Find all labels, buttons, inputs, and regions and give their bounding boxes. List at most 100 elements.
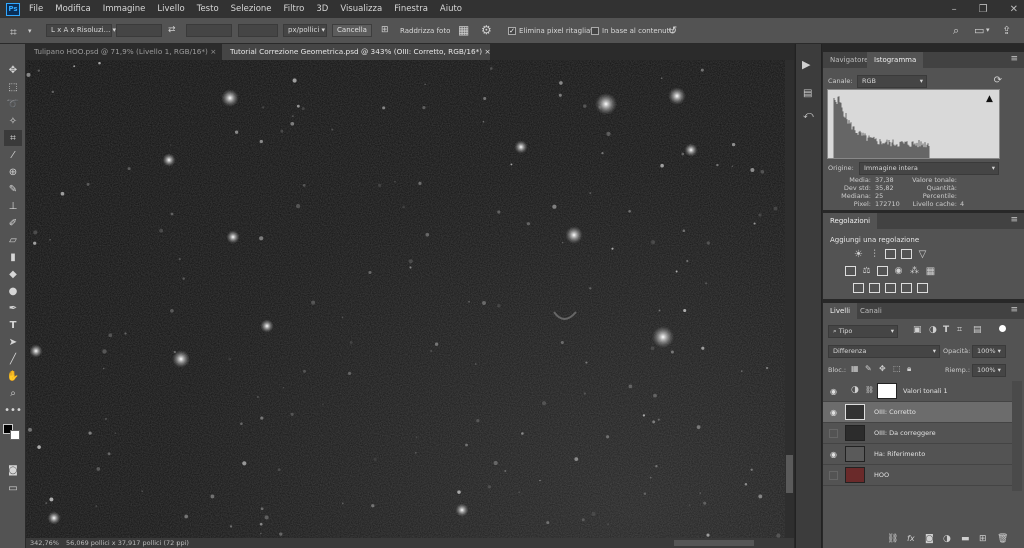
blend-mode-select[interactable]: Differenza ▾ [828, 345, 940, 358]
eraser-icon[interactable]: ▱ [4, 232, 22, 248]
opacity-field[interactable]: 100% ▾ [972, 345, 1006, 358]
new-adjustment-icon[interactable]: ◑ [943, 534, 951, 544]
workspace-icon[interactable]: ▭ [974, 24, 984, 37]
filter-adjustment-icon[interactable]: ◑ [929, 325, 937, 335]
fx-icon[interactable]: fx [907, 534, 915, 543]
path-selection-icon[interactable]: ➤ [4, 334, 22, 350]
play-action-icon[interactable]: ▶ [802, 58, 810, 71]
posterize-icon[interactable] [869, 283, 880, 293]
gear-icon[interactable]: ⚙ [481, 23, 492, 37]
menu-filtro[interactable]: Filtro [284, 4, 305, 14]
chevron-down-icon[interactable]: ▾ [986, 26, 990, 34]
pen-tool-icon[interactable]: ✒ [4, 300, 22, 316]
blur-tool-icon[interactable]: ◆ [4, 266, 22, 282]
visibility-toggle[interactable] [829, 429, 838, 438]
image-canvas[interactable] [26, 60, 785, 538]
crop-tool-icon[interactable]: ⌗ [10, 25, 17, 40]
black-white-icon[interactable] [877, 266, 888, 276]
selective-color-icon[interactable] [917, 283, 928, 293]
layer-name[interactable]: OIII: Corretto [874, 402, 916, 423]
tab-adjustments[interactable]: Regolazioni [823, 213, 878, 229]
lock-pixels-icon[interactable]: ✎ [865, 364, 872, 373]
layers-scrollbar[interactable] [1012, 381, 1022, 491]
eye-icon[interactable]: ◉ [829, 450, 838, 459]
share-icon[interactable]: ⇪ [1002, 24, 1011, 37]
gradient-tool-icon[interactable]: ▮ [4, 249, 22, 265]
magic-wand-icon[interactable]: ✧ [4, 113, 22, 129]
color-lookup-icon[interactable]: ▦ [925, 266, 936, 277]
marquee-tool-icon[interactable]: ⬚ [4, 79, 22, 95]
menu-immagine[interactable]: Immagine [103, 4, 146, 14]
eye-icon[interactable]: ◉ [829, 408, 838, 417]
move-tool-icon[interactable]: ✥ [4, 62, 22, 78]
history-icon[interactable]: ⤺ [803, 110, 814, 121]
exposure-icon[interactable] [901, 249, 912, 259]
swap-icon[interactable]: ⇄ [168, 25, 176, 35]
filter-type-icon[interactable]: T [943, 325, 949, 335]
layer-row[interactable]: ◉ Ha: Riferimento [823, 444, 1012, 465]
menu-3d[interactable]: 3D [316, 4, 328, 14]
fill-field[interactable]: 100% ▾ [972, 364, 1006, 377]
layer-name[interactable]: HOO [874, 465, 889, 486]
channel-select[interactable]: RGB ▾ [857, 75, 927, 88]
layer-name[interactable]: Ha: Riferimento [874, 444, 925, 465]
hue-saturation-icon[interactable] [845, 266, 856, 276]
crop-ratio-select[interactable]: L x A x Risoluzi... ▾ [46, 24, 116, 37]
lock-artboard-icon[interactable]: ⬚ [893, 364, 901, 373]
menu-aiuto[interactable]: Aiuto [440, 4, 462, 14]
dodge-tool-icon[interactable]: ● [4, 283, 22, 299]
curves-icon[interactable] [885, 249, 896, 259]
screen-mode-icon[interactable]: ▭ [4, 480, 22, 496]
layer-row[interactable]: ◉ ◑ ⛓ Valori tonali 1 [823, 381, 1012, 402]
visibility-toggle[interactable] [829, 471, 838, 480]
threshold-icon[interactable] [885, 283, 896, 293]
link-icon[interactable]: ⛓ [865, 386, 874, 394]
horizontal-scrollbar[interactable] [674, 540, 754, 546]
panel-menu-icon[interactable]: ≡ [1010, 54, 1018, 64]
brush-tool-icon[interactable]: ✎ [4, 181, 22, 197]
layer-row-selected[interactable]: ◉ OIII: Corretto [823, 402, 1012, 423]
layer-filter-select[interactable]: ⌕ Tipo ▾ [828, 325, 898, 338]
units-select[interactable]: px/pollici ▾ [283, 24, 327, 37]
channel-mixer-icon[interactable]: ⁂ [909, 266, 920, 276]
healing-brush-icon[interactable]: ⊕ [4, 164, 22, 180]
minimize-icon[interactable]: – [952, 4, 957, 15]
menu-modifica[interactable]: Modifica [55, 4, 91, 14]
delete-cropped-checkbox[interactable]: ✓ [508, 27, 516, 35]
tab-tulipano[interactable]: Tulipano HOO.psd @ 71,9% (Livello 1, RGB… [26, 44, 222, 60]
vibrance-icon[interactable]: ▽ [917, 249, 928, 260]
tab-channels[interactable]: Canali [853, 303, 889, 319]
close-icon[interactable]: × [210, 47, 216, 56]
clone-stamp-icon[interactable]: ⊥ [4, 198, 22, 214]
chevron-right-icon[interactable]: › [176, 538, 179, 548]
zoom-tool-icon[interactable]: ⌕ [4, 385, 22, 401]
history-brush-icon[interactable]: ✐ [4, 215, 22, 231]
eye-icon[interactable]: ◉ [829, 387, 838, 396]
width-field[interactable] [116, 24, 162, 37]
filter-toggle-icon[interactable] [999, 325, 1006, 332]
add-mask-icon[interactable]: ◙ [925, 534, 934, 544]
lock-position-icon[interactable]: ✥ [879, 364, 886, 373]
line-tool-icon[interactable]: ╱ [4, 351, 22, 367]
close-icon[interactable]: × [484, 47, 490, 56]
new-group-icon[interactable]: ▬ [961, 534, 970, 544]
more-tools-icon[interactable]: ••• [4, 402, 22, 418]
scrollbar-thumb[interactable] [786, 455, 793, 493]
source-select[interactable]: Immagine intera ▾ [859, 162, 999, 175]
filter-smart-object-icon[interactable]: ▤ [973, 325, 982, 335]
warning-icon[interactable]: ▲ [986, 94, 993, 104]
layer-mask-thumbnail[interactable] [877, 383, 897, 399]
link-layers-icon[interactable]: ⛓ [887, 534, 898, 544]
menu-testo[interactable]: Testo [197, 4, 219, 14]
type-tool-icon[interactable]: T [4, 317, 22, 333]
levels-icon[interactable]: ⫶ [869, 249, 880, 260]
quick-mask-icon[interactable]: ◙ [4, 462, 22, 478]
brightness-icon[interactable]: ☀ [853, 249, 864, 260]
tab-histogram[interactable]: Istogramma [867, 52, 924, 68]
height-field[interactable] [186, 24, 232, 37]
lock-all-icon[interactable]: 🔒︎ [907, 364, 911, 374]
crop-tool-icon[interactable]: ⌗ [4, 130, 22, 146]
reset-icon[interactable]: ↺ [668, 24, 677, 37]
straighten-label[interactable]: Raddrizza foto [400, 27, 450, 35]
eyedropper-icon[interactable]: ⁄ [4, 147, 22, 163]
